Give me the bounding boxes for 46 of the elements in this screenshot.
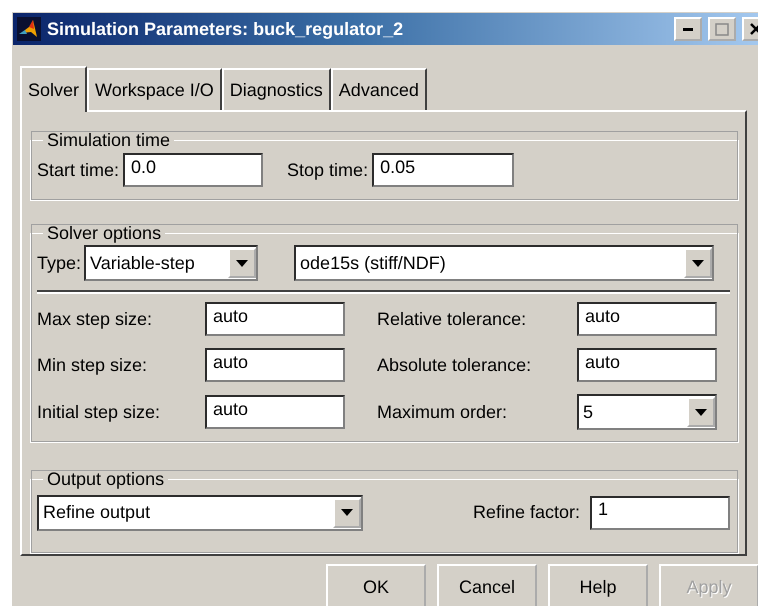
caret-icon (236, 260, 248, 267)
maximize-icon (715, 22, 729, 36)
field-label: Stop time: (287, 160, 368, 180)
field-label: Refine factor: (472, 502, 580, 524)
field-label: Type: (37, 252, 82, 274)
window-title: Simulation Parameters: buck_regulator_2 (47, 18, 404, 40)
field-label: Relative tolerance: (377, 308, 528, 330)
input-field[interactable]: 0.0 (123, 153, 264, 187)
dialog-button[interactable]: Help (548, 564, 648, 606)
dropdown-arrow-button[interactable] (333, 498, 361, 528)
input-field[interactable]: 0.05 (372, 153, 514, 187)
input-field[interactable]: auto (577, 302, 717, 336)
dropdown-arrow-button[interactable] (684, 248, 712, 278)
input-field[interactable]: auto (205, 302, 345, 336)
input-field[interactable]: auto (205, 348, 345, 382)
field-label: Maximum order: (377, 402, 508, 423)
group-title: Simulation time (46, 130, 172, 151)
app-logo-icon (17, 17, 41, 41)
caret-icon (341, 509, 353, 516)
input-field[interactable]: 1 (590, 496, 730, 530)
dialog-button[interactable]: OK (326, 564, 426, 606)
dialog-button[interactable]: Cancel (437, 564, 537, 606)
field-label: Absolute tolerance: (377, 354, 532, 376)
type-dropdown[interactable]: Variable-step (84, 245, 258, 282)
input-field[interactable]: auto (205, 395, 345, 430)
field-label: Initial step size: (37, 402, 162, 423)
minimize-button[interactable] (674, 17, 702, 41)
caret-icon (695, 408, 707, 416)
dropdown-arrow-button[interactable] (687, 397, 715, 428)
solver-dropdown[interactable]: ode15s (stiff/NDF) (294, 245, 714, 282)
field-label: Start time: (37, 160, 120, 180)
group-title: Output options (46, 468, 166, 490)
field-label: Max step size: (37, 308, 154, 330)
maximize-button[interactable] (708, 17, 736, 41)
tab[interactable]: Workspace I/O (87, 68, 222, 110)
group-title: Solver options (46, 223, 162, 244)
minimize-icon (683, 28, 693, 30)
tab[interactable]: Diagnostics (222, 68, 331, 110)
output-dropdown[interactable]: Refine output (37, 494, 363, 531)
tab[interactable]: Advanced (330, 68, 427, 110)
caret-icon (692, 260, 704, 267)
field-label: Min step size: (37, 354, 148, 376)
tab[interactable]: Solver (20, 66, 88, 112)
input-field[interactable]: auto (577, 348, 717, 382)
dropdown-field[interactable]: 5 (577, 394, 717, 430)
dropdown-arrow-button[interactable] (228, 248, 256, 278)
